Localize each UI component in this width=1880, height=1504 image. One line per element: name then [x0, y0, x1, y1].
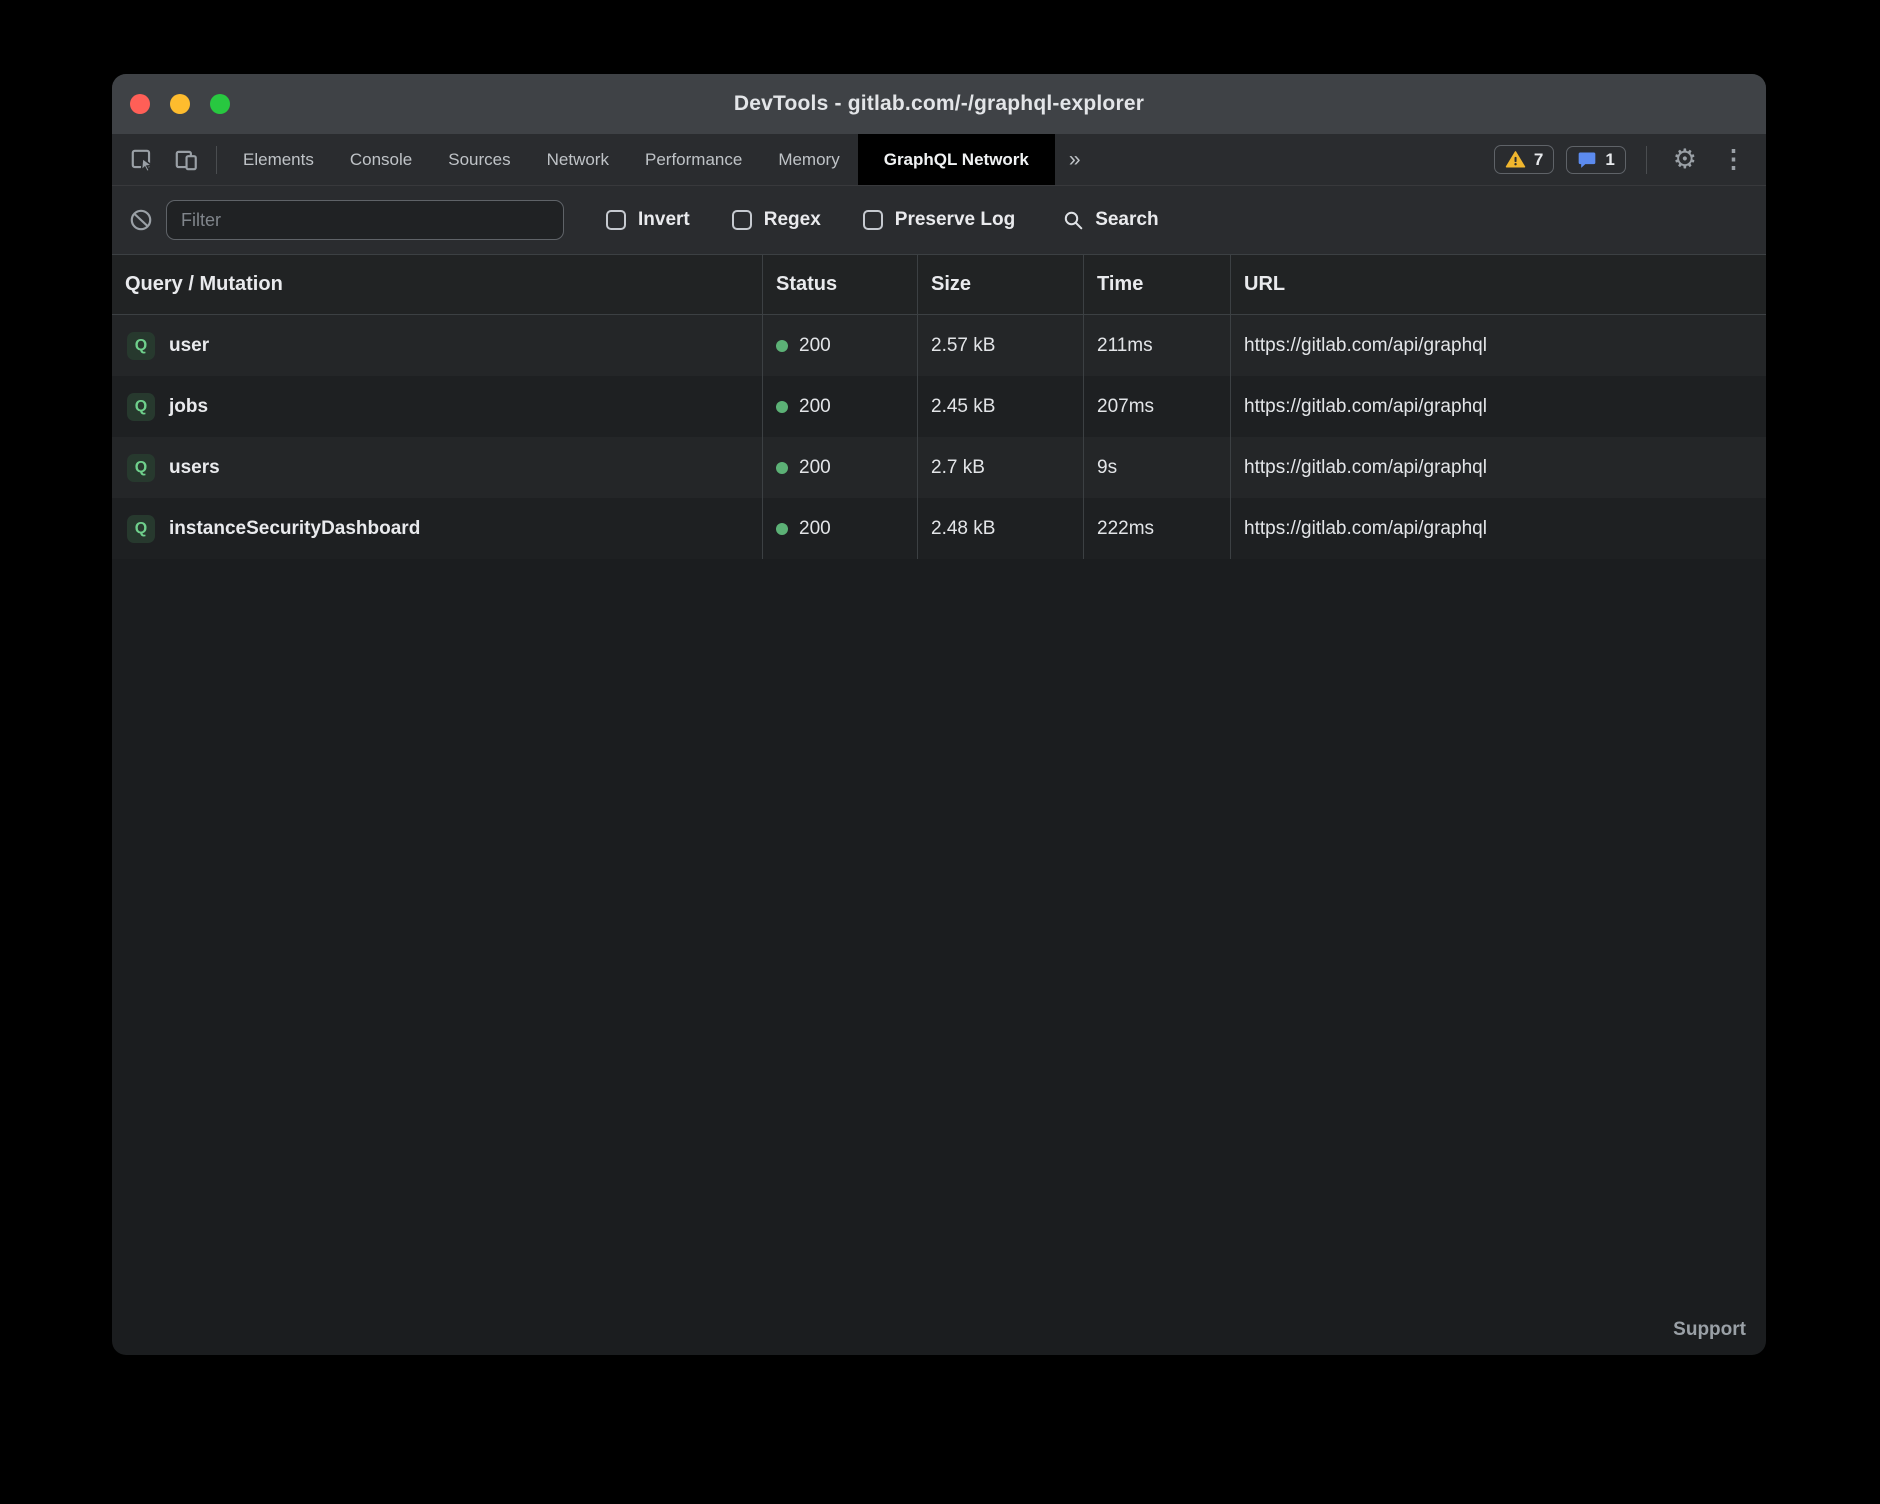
status-code: 200 [799, 335, 831, 357]
table-header-row: Query / Mutation Status Size Time URL [112, 255, 1766, 315]
traffic-lights [130, 74, 230, 134]
query-type-badge: Q [127, 515, 155, 543]
time-cell: 9s [1083, 437, 1230, 498]
status-ok-dot [776, 523, 788, 535]
titlebar: DevTools - gitlab.com/-/graphql-explorer [112, 74, 1766, 134]
regex-checkbox-label: Regex [764, 209, 821, 231]
status-ok-dot [776, 401, 788, 413]
status-cell: 200 [762, 498, 917, 559]
message-icon [1577, 150, 1597, 170]
url-cell: https://gitlab.com/api/graphql [1230, 315, 1766, 376]
fullscreen-button[interactable] [210, 94, 230, 114]
invert-checkbox-box [606, 210, 626, 230]
time-cell: 222ms [1083, 498, 1230, 559]
device-toolbar-button[interactable] [164, 134, 208, 185]
device-toolbar-icon [173, 147, 199, 173]
message-count: 1 [1605, 150, 1614, 170]
status-code: 200 [799, 396, 831, 418]
search-icon [1061, 208, 1085, 232]
query-type-badge: Q [127, 332, 155, 360]
table-row[interactable]: Q user 200 2.57 kB 211ms https://gitlab.… [112, 315, 1766, 376]
status-code: 200 [799, 457, 831, 479]
devtools-window: DevTools - gitlab.com/-/graphql-explorer… [112, 74, 1766, 1355]
warnings-badge[interactable]: 7 [1494, 145, 1554, 174]
warning-icon [1505, 149, 1526, 170]
filter-input[interactable] [166, 200, 564, 240]
url-cell: https://gitlab.com/api/graphql [1230, 437, 1766, 498]
time-cell: 207ms [1083, 376, 1230, 437]
column-header-url[interactable]: URL [1230, 255, 1766, 314]
window-title: DevTools - gitlab.com/-/graphql-explorer [734, 92, 1144, 116]
tabbar-right-controls: 7 1 ⚙ ⋮ [1494, 134, 1766, 185]
query-name: user [169, 335, 209, 357]
status-cell: 200 [762, 315, 917, 376]
controls-divider [1646, 146, 1647, 174]
size-cell: 2.48 kB [917, 498, 1083, 559]
regex-checkbox[interactable]: Regex [732, 209, 821, 231]
query-cell: Q jobs [112, 376, 762, 437]
status-cell: 200 [762, 376, 917, 437]
block-icon [128, 207, 154, 233]
preserve-log-checkbox-box [863, 210, 883, 230]
query-cell: Q user [112, 315, 762, 376]
tab-graphql-network[interactable]: GraphQL Network [858, 134, 1055, 185]
query-name: instanceSecurityDashboard [169, 518, 420, 540]
minimize-button[interactable] [170, 94, 190, 114]
kebab-menu-button[interactable]: ⋮ [1715, 147, 1752, 172]
table-row[interactable]: Q jobs 200 2.45 kB 207ms https://gitlab.… [112, 376, 1766, 437]
preserve-log-checkbox-label: Preserve Log [895, 209, 1015, 231]
invert-checkbox-label: Invert [638, 209, 690, 231]
search-label: Search [1095, 209, 1158, 231]
inspect-cursor-icon [129, 147, 155, 173]
messages-badge[interactable]: 1 [1566, 146, 1625, 174]
panel-body: Support [112, 559, 1766, 1355]
more-tabs-button[interactable]: » [1055, 134, 1095, 185]
time-cell: 211ms [1083, 315, 1230, 376]
column-header-status[interactable]: Status [762, 255, 917, 314]
tab-network[interactable]: Network [529, 134, 627, 185]
query-type-badge: Q [127, 393, 155, 421]
query-name: users [169, 457, 220, 479]
tab-elements[interactable]: Elements [225, 134, 332, 185]
url-cell: https://gitlab.com/api/graphql [1230, 498, 1766, 559]
column-header-query[interactable]: Query / Mutation [112, 255, 762, 314]
settings-gear-button[interactable]: ⚙ [1667, 146, 1703, 173]
tab-performance[interactable]: Performance [627, 134, 760, 185]
status-ok-dot [776, 340, 788, 352]
support-link[interactable]: Support [1673, 1319, 1746, 1341]
regex-checkbox-box [732, 210, 752, 230]
table-row[interactable]: Q instanceSecurityDashboard 200 2.48 kB … [112, 498, 1766, 559]
size-cell: 2.45 kB [917, 376, 1083, 437]
tab-memory[interactable]: Memory [760, 134, 857, 185]
query-cell: Q instanceSecurityDashboard [112, 498, 762, 559]
invert-checkbox[interactable]: Invert [606, 209, 690, 231]
search-button[interactable]: Search [1061, 208, 1158, 232]
status-cell: 200 [762, 437, 917, 498]
url-cell: https://gitlab.com/api/graphql [1230, 376, 1766, 437]
warning-count: 7 [1534, 150, 1543, 170]
table-row[interactable]: Q users 200 2.7 kB 9s https://gitlab.com… [112, 437, 1766, 498]
filter-toolbar: Invert Regex Preserve Log Search [112, 186, 1766, 254]
status-code: 200 [799, 518, 831, 540]
close-button[interactable] [130, 94, 150, 114]
query-cell: Q users [112, 437, 762, 498]
clear-log-button[interactable] [128, 207, 154, 233]
size-cell: 2.7 kB [917, 437, 1083, 498]
preserve-log-checkbox[interactable]: Preserve Log [863, 209, 1015, 231]
tab-sources[interactable]: Sources [430, 134, 528, 185]
query-type-badge: Q [127, 454, 155, 482]
devtools-tabbar: Elements Console Sources Network Perform… [112, 134, 1766, 186]
column-header-size[interactable]: Size [917, 255, 1083, 314]
requests-table: Query / Mutation Status Size Time URL Q … [112, 254, 1766, 559]
inspect-element-button[interactable] [120, 134, 164, 185]
size-cell: 2.57 kB [917, 315, 1083, 376]
column-header-time[interactable]: Time [1083, 255, 1230, 314]
query-name: jobs [169, 396, 208, 418]
tab-console[interactable]: Console [332, 134, 430, 185]
status-ok-dot [776, 462, 788, 474]
tabbar-divider [216, 146, 217, 174]
